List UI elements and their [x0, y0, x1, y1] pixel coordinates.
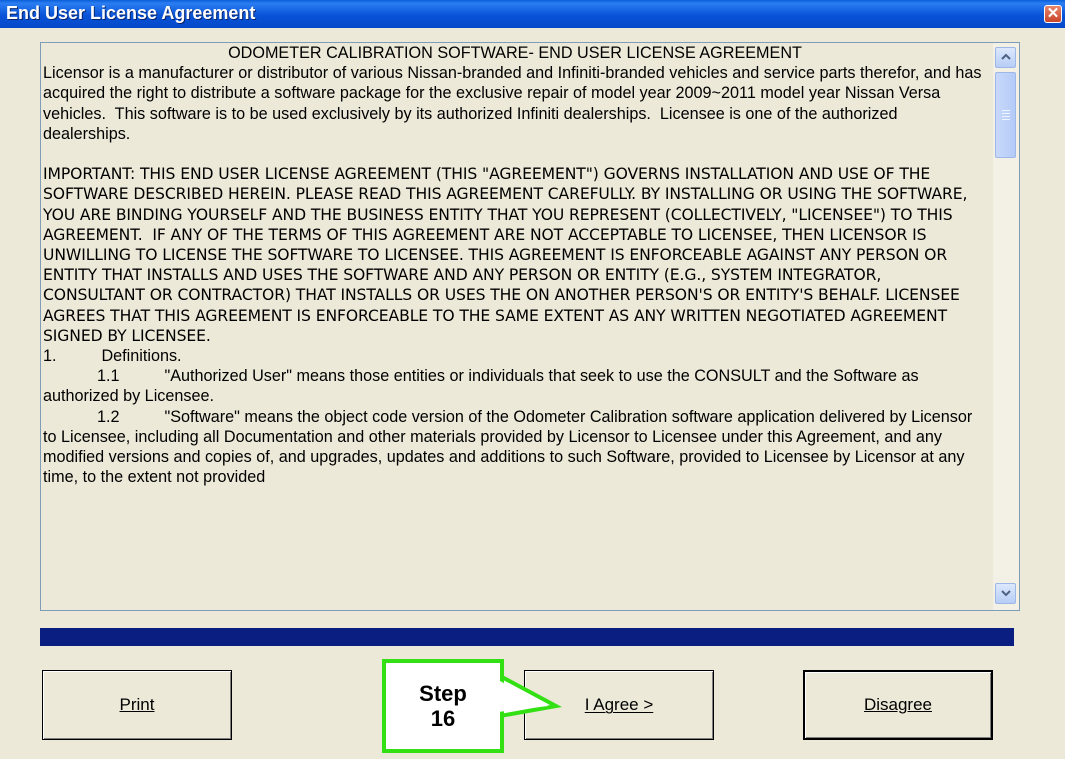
agree-button-label: I Agree >	[584, 695, 654, 714]
scroll-up-button[interactable]	[995, 47, 1016, 68]
license-heading: ODOMETER CALIBRATION SOFTWARE- END USER …	[228, 44, 802, 62]
vertical-scrollbar[interactable]	[993, 43, 1019, 610]
callout-line1: Step	[419, 681, 467, 706]
definition-item: 1.2 "Software" means the object code ver…	[43, 407, 977, 487]
scroll-thumb[interactable]	[995, 72, 1016, 158]
print-button[interactable]: Print	[42, 670, 232, 740]
license-dialog: End User License Agreement ✕ ODOMETER CA…	[0, 0, 1065, 759]
title-bar[interactable]: End User License Agreement ✕	[0, 0, 1065, 28]
license-paragraph-important: IMPORTANT: THIS END USER LICENSE AGREEME…	[43, 165, 973, 345]
license-paragraph: Licensor is a manufacturer or distributo…	[43, 64, 986, 143]
scroll-down-button[interactable]	[995, 583, 1016, 604]
step-callout: Step 16	[382, 659, 504, 753]
chevron-down-icon	[1000, 590, 1011, 597]
agree-button[interactable]: I Agree >	[524, 670, 714, 740]
disagree-button[interactable]: Disagree	[803, 670, 993, 740]
license-text-viewport: ODOMETER CALIBRATION SOFTWARE- END USER …	[43, 43, 993, 610]
definition-item: 1.1 "Authorized User" means those entiti…	[43, 367, 924, 406]
license-text: ODOMETER CALIBRATION SOFTWARE- END USER …	[43, 43, 987, 487]
print-button-label: Print	[119, 695, 155, 714]
progress-bar	[40, 628, 1014, 646]
window-title: End User License Agreement	[6, 3, 256, 23]
callout-line2: 16	[430, 706, 456, 731]
section-heading: 1. Definitions.	[43, 347, 182, 366]
close-icon[interactable]: ✕	[1044, 5, 1062, 23]
license-text-box[interactable]: ODOMETER CALIBRATION SOFTWARE- END USER …	[40, 42, 1020, 611]
disagree-button-label: Disagree	[863, 695, 933, 714]
chevron-up-icon	[1000, 53, 1011, 60]
